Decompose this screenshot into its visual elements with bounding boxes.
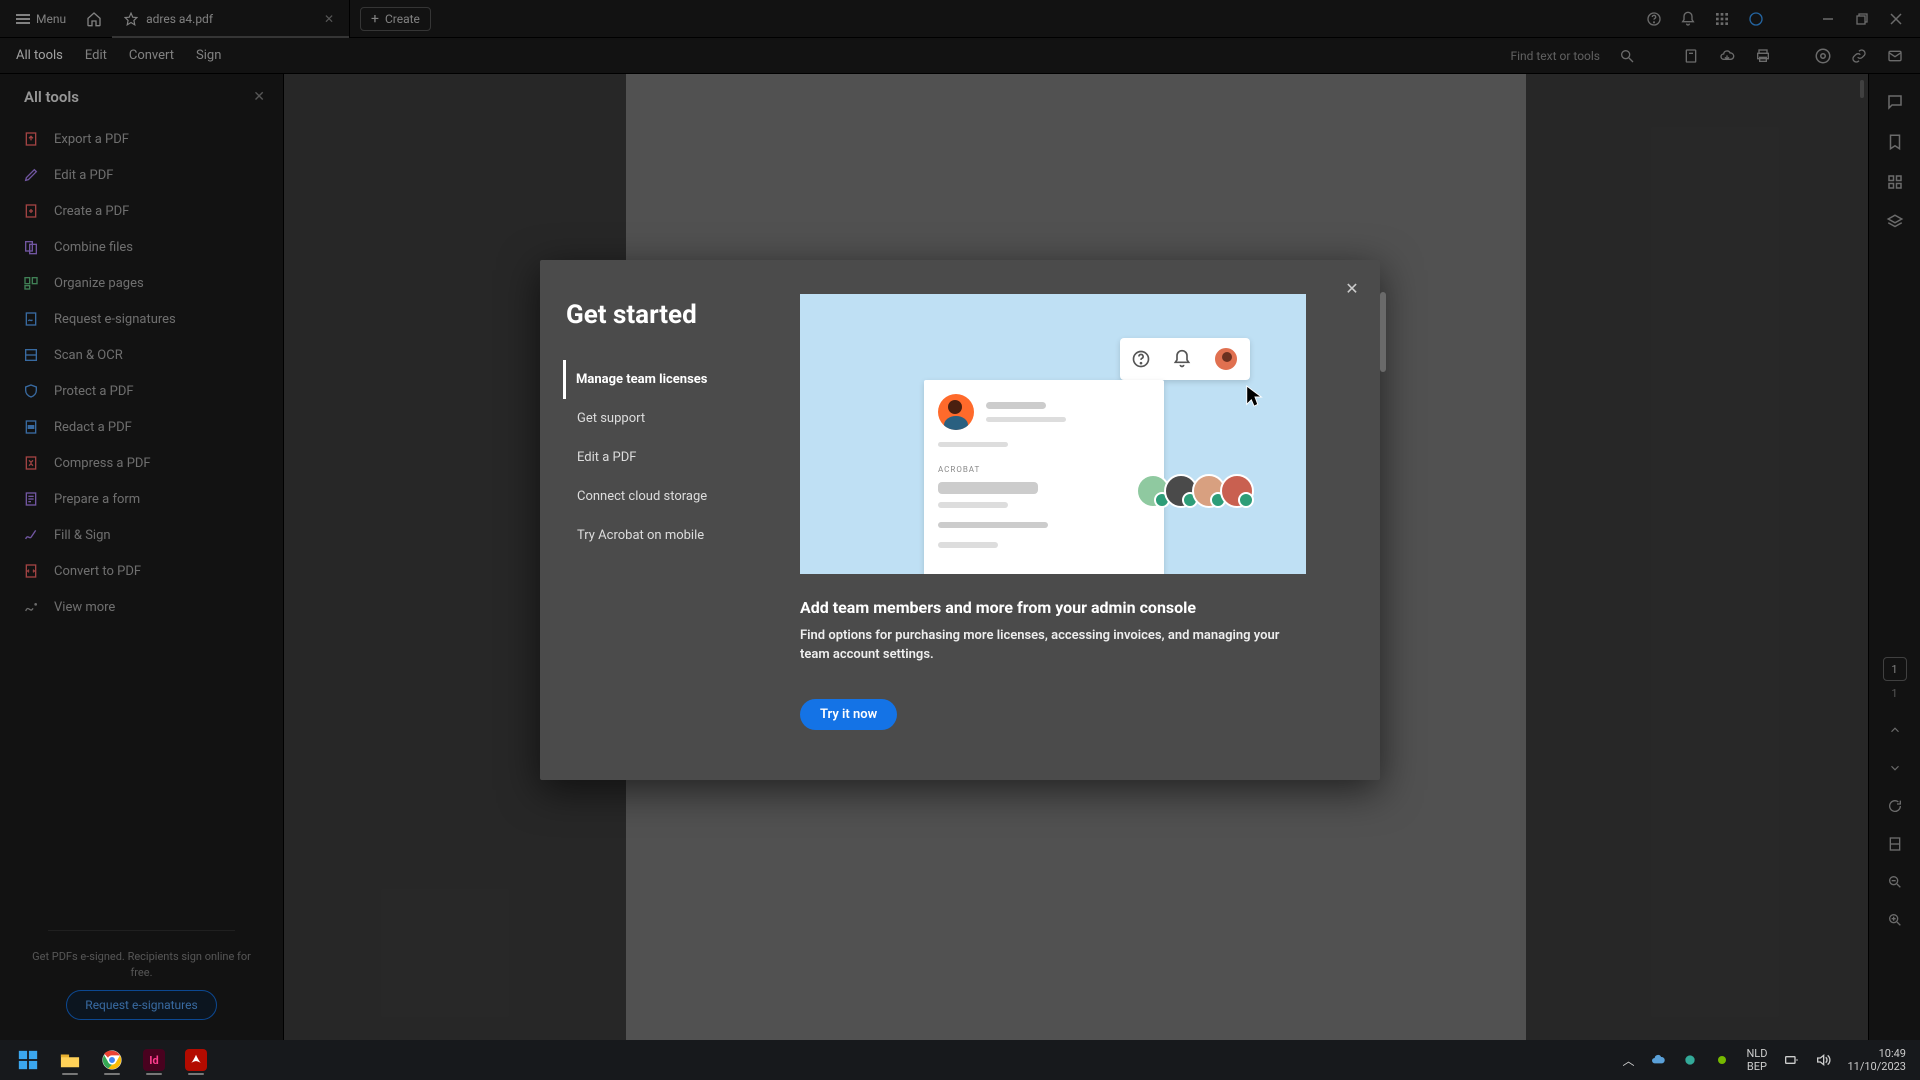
- indesign-app[interactable]: Id: [136, 1044, 172, 1076]
- team-avatars: [1142, 474, 1254, 508]
- chrome-app[interactable]: [94, 1044, 130, 1076]
- modal-nav-item[interactable]: Get support: [566, 399, 766, 438]
- illus-label: ACROBAT: [938, 465, 1150, 474]
- start-button[interactable]: [10, 1044, 46, 1076]
- modal-body-text: Find options for purchasing more license…: [800, 627, 1300, 665]
- modal-overlay: ✕ Get started Manage team licensesGet su…: [0, 0, 1920, 1040]
- tray-nvidia-icon[interactable]: [1714, 1052, 1730, 1068]
- modal-illustration: ACROBAT: [800, 294, 1306, 574]
- modal-headline: Add team members and more from your admi…: [800, 598, 1346, 617]
- file-explorer-app[interactable]: [52, 1044, 88, 1076]
- try-it-now-button[interactable]: Try it now: [800, 699, 897, 730]
- modal-nav-item[interactable]: Try Acrobat on mobile: [566, 516, 766, 555]
- clock[interactable]: 10:49 11/10/2023: [1847, 1047, 1910, 1073]
- tray-chevron-icon[interactable]: ︿: [1622, 1052, 1634, 1069]
- modal-nav-item[interactable]: Manage team licenses: [563, 360, 763, 399]
- get-started-modal: ✕ Get started Manage team licensesGet su…: [540, 260, 1380, 780]
- tray-onedrive-icon[interactable]: [1650, 1052, 1666, 1068]
- bell-icon: [1172, 349, 1192, 369]
- modal-nav-item[interactable]: Edit a PDF: [566, 438, 766, 477]
- windows-taskbar: Id ︿ NLD BEP 10:49 11/10/2023: [0, 1040, 1920, 1080]
- tray-volume-icon[interactable]: [1815, 1052, 1831, 1068]
- acrobat-app[interactable]: [178, 1044, 214, 1076]
- avatar-icon: [1213, 346, 1239, 372]
- modal-scrollbar[interactable]: [1380, 292, 1386, 372]
- language-indicator[interactable]: NLD BEP: [1746, 1047, 1767, 1073]
- tray-weather-icon[interactable]: [1682, 1052, 1698, 1068]
- tray-network-icon[interactable]: [1783, 1052, 1799, 1068]
- modal-nav-item[interactable]: Connect cloud storage: [566, 477, 766, 516]
- modal-title: Get started: [566, 300, 766, 330]
- avatar-icon: [938, 394, 974, 430]
- help-icon: [1131, 349, 1151, 369]
